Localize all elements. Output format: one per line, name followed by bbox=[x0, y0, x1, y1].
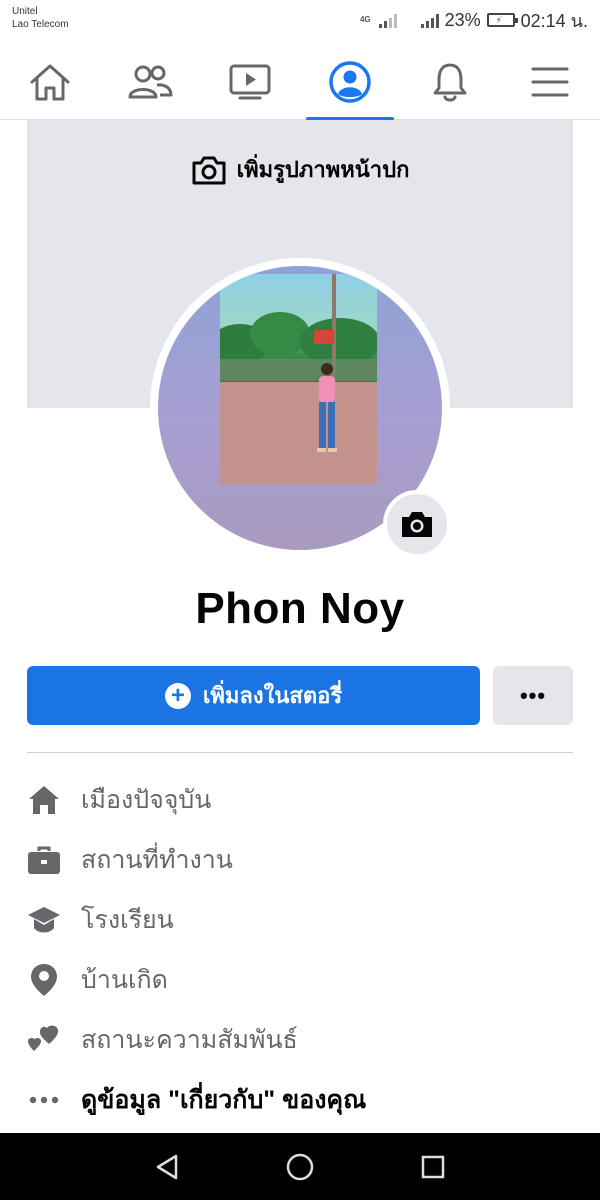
recents-button[interactable] bbox=[403, 1137, 463, 1197]
network-type-badge: 4G bbox=[359, 15, 371, 24]
house-icon bbox=[29, 786, 59, 814]
menu-icon bbox=[531, 67, 569, 97]
location-pin-icon bbox=[31, 964, 57, 996]
back-triangle-icon bbox=[156, 1154, 177, 1179]
detail-current-city-label: เมืองปัจจุบัน bbox=[81, 786, 212, 814]
see-about-label: ดูข้อมูล "เกี่ยวกับ" ของคุณ bbox=[81, 1086, 367, 1114]
detail-relationship[interactable]: สถานะความสัมพันธ์ bbox=[27, 1010, 587, 1070]
plus-icon: + bbox=[164, 682, 191, 709]
change-profile-picture-button[interactable] bbox=[383, 490, 451, 558]
detail-workplace-label: สถานที่ทำงาน bbox=[81, 846, 233, 874]
top-navigation bbox=[0, 44, 600, 121]
divider bbox=[27, 752, 573, 753]
detail-current-city[interactable]: เมืองปัจจุบัน bbox=[27, 770, 587, 830]
friends-icon bbox=[128, 65, 173, 99]
detail-school-label: โรงเรียน bbox=[81, 906, 174, 934]
detail-relationship-label: สถานะความสัมพันธ์ bbox=[81, 1026, 298, 1054]
tab-friends[interactable] bbox=[108, 44, 192, 120]
signal-2-icon bbox=[420, 12, 439, 28]
profile-icon bbox=[329, 61, 371, 103]
tab-notifications[interactable] bbox=[408, 44, 492, 120]
add-cover-photo-button[interactable]: เพิ่มรูปภาพหน้าปก bbox=[27, 152, 573, 187]
ellipsis-icon bbox=[29, 1096, 59, 1104]
add-to-story-button[interactable]: + เพิ่มลงในสตอรี่ bbox=[27, 666, 480, 725]
tab-home[interactable] bbox=[8, 44, 92, 120]
add-cover-label: เพิ่มรูปภาพหน้าปก bbox=[236, 157, 410, 182]
bell-icon bbox=[433, 63, 467, 102]
signal-1-icon bbox=[378, 12, 397, 28]
battery-icon: ⚡ bbox=[486, 13, 518, 27]
detail-hometown-label: บ้านเกิด bbox=[81, 966, 168, 994]
carrier-primary: Unitel bbox=[12, 6, 38, 17]
home-icon bbox=[30, 64, 70, 101]
profile-photo-image bbox=[220, 274, 377, 484]
detail-school[interactable]: โรงเรียน bbox=[27, 890, 587, 950]
see-about-info-link[interactable]: ดูข้อมูล "เกี่ยวกับ" ของคุณ bbox=[27, 1070, 587, 1130]
home-circle-icon bbox=[286, 1153, 314, 1180]
status-bar: Unitel Lao Telecom 4G 23% ⚡ 02:14 น. bbox=[0, 0, 600, 44]
add-to-story-label: เพิ่มลงในสตอรี่ bbox=[202, 683, 343, 708]
hearts-icon bbox=[28, 1025, 59, 1051]
home-button[interactable] bbox=[270, 1137, 330, 1197]
recents-square-icon bbox=[422, 1155, 445, 1178]
carrier-secondary: Lao Telecom bbox=[12, 19, 69, 30]
battery-percent: 23% bbox=[444, 9, 481, 30]
camera-icon bbox=[192, 156, 226, 184]
status-indicators: 4G 23% ⚡ 02:14 น. bbox=[360, 8, 588, 32]
detail-workplace[interactable]: สถานที่ทำงาน bbox=[27, 830, 587, 890]
briefcase-icon bbox=[28, 846, 60, 874]
camera-icon bbox=[402, 512, 432, 537]
carrier-info: Unitel Lao Telecom bbox=[12, 5, 69, 31]
more-icon: ••• bbox=[519, 682, 547, 708]
graduation-cap-icon bbox=[28, 907, 60, 933]
watch-icon bbox=[229, 64, 271, 100]
tab-watch[interactable] bbox=[208, 44, 292, 120]
detail-hometown[interactable]: บ้านเกิด bbox=[27, 950, 587, 1010]
tab-profile[interactable] bbox=[306, 44, 394, 121]
profile-details-list: เมืองปัจจุบัน สถานที่ทำงาน โรงเรียน บ้าน… bbox=[27, 770, 587, 1130]
tab-menu[interactable] bbox=[508, 44, 592, 120]
clock: 02:14 น. bbox=[520, 10, 588, 31]
more-options-button[interactable]: ••• bbox=[493, 666, 573, 725]
profile-name: Phon Noy bbox=[195, 584, 405, 633]
back-button[interactable] bbox=[137, 1137, 197, 1197]
system-navigation-bar bbox=[0, 1133, 600, 1200]
